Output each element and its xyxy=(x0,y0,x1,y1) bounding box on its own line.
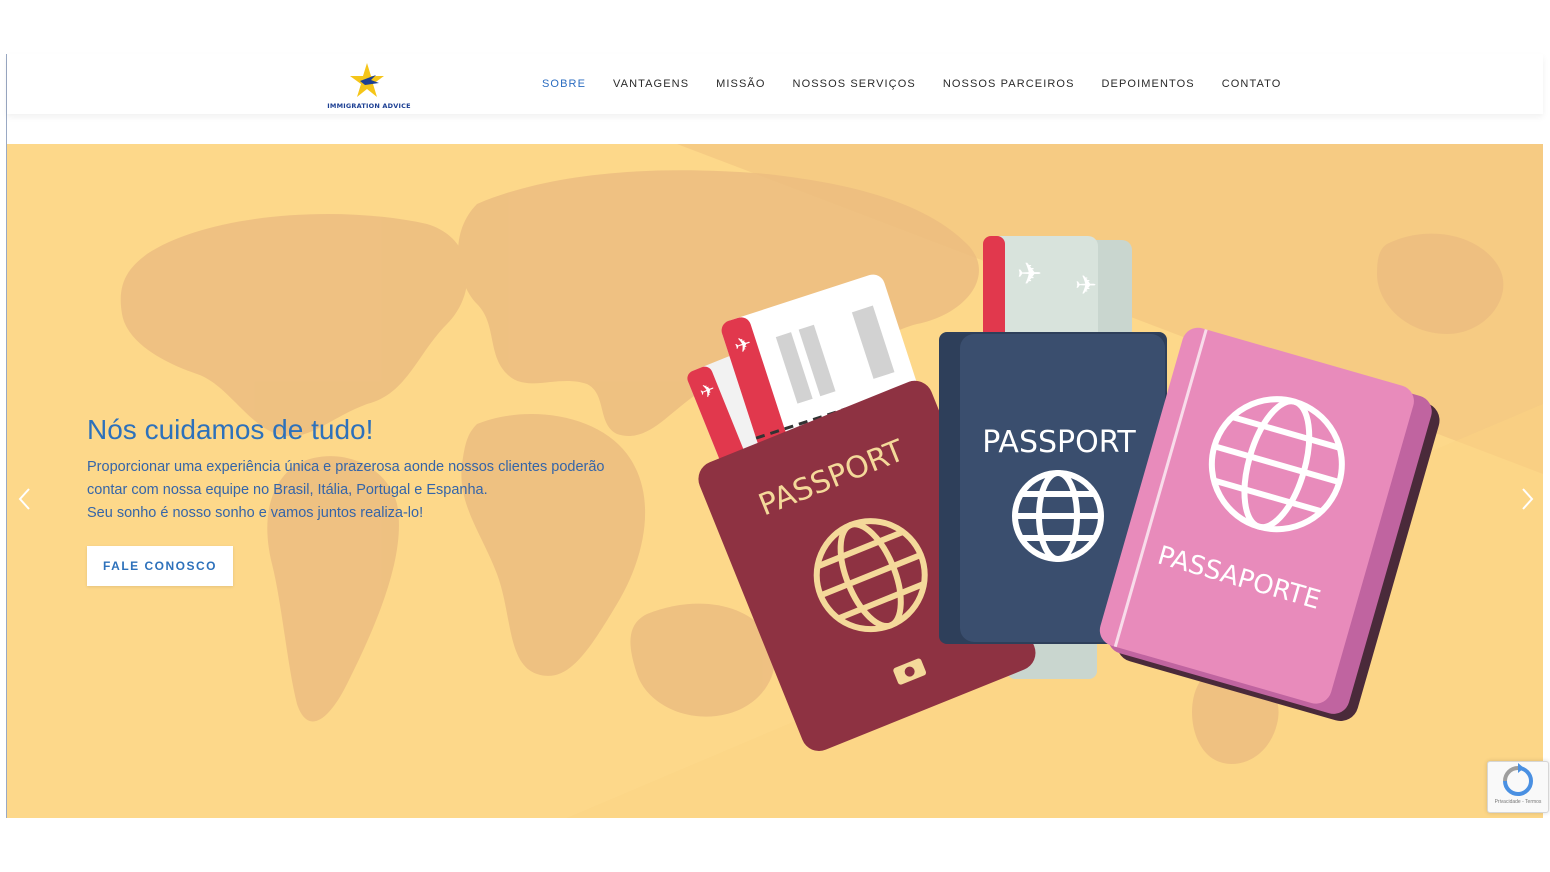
nav-item-contato[interactable]: CONTATO xyxy=(1222,78,1282,90)
hero-description-line: Seu sonho é nosso sonho e vamos juntos r… xyxy=(87,505,424,521)
recaptcha-icon xyxy=(1503,763,1533,796)
nav-item-nossos-servicos[interactable]: NOSSOS SERVIÇOS xyxy=(793,78,916,90)
recaptcha-badge[interactable]: Privacidade - Termos xyxy=(1487,761,1549,813)
boarding-tickets-top: ✈ ✈ xyxy=(983,236,1132,346)
site-header: IMMIGRATION ADVICE SOBRE VANTAGENS MISSÃ… xyxy=(7,54,1543,114)
fale-conosco-button[interactable]: FALE CONOSCO xyxy=(87,546,233,586)
nav-item-missao[interactable]: MISSÃO xyxy=(716,78,765,90)
main-nav: SOBRE VANTAGENS MISSÃO NOSSOS SERVIÇOS N… xyxy=(542,54,1308,114)
hero-title: Nós cuidamos de tudo! xyxy=(87,414,374,445)
hero-description-line: Proporcionar uma experiência única e pra… xyxy=(87,459,605,475)
logo-text: IMMIGRATION ADVICE xyxy=(327,102,411,110)
hero-slider: ✈ ✈ ✈ ✈ PASSPORT PASSPORT PASSAPORTE Nós… xyxy=(7,144,1543,818)
star-logo-icon xyxy=(350,63,384,97)
nav-item-nossos-parceiros[interactable]: NOSSOS PARCEIROS xyxy=(943,78,1075,90)
site-logo[interactable]: IMMIGRATION ADVICE xyxy=(327,59,411,111)
nav-item-vantagens[interactable]: VANTAGENS xyxy=(613,78,689,90)
slider-prev-button[interactable] xyxy=(15,487,35,511)
hero-description: Proporcionar uma experiência única e pra… xyxy=(87,456,627,525)
chevron-right-icon xyxy=(1522,488,1534,510)
recaptcha-text[interactable]: Privacidade - Termos xyxy=(1488,799,1548,805)
svg-text:✈: ✈ xyxy=(1017,257,1042,292)
nav-item-sobre[interactable]: SOBRE xyxy=(542,78,586,90)
svg-text:✈: ✈ xyxy=(1075,271,1097,301)
blue-passport-label: PASSPORT xyxy=(982,425,1136,460)
nav-item-depoimentos[interactable]: DEPOIMENTOS xyxy=(1102,78,1195,90)
hero-description-line: contar com nossa equipe no Brasil, Itáli… xyxy=(87,482,488,498)
slider-next-button[interactable] xyxy=(1517,487,1537,511)
chevron-left-icon xyxy=(18,488,30,510)
